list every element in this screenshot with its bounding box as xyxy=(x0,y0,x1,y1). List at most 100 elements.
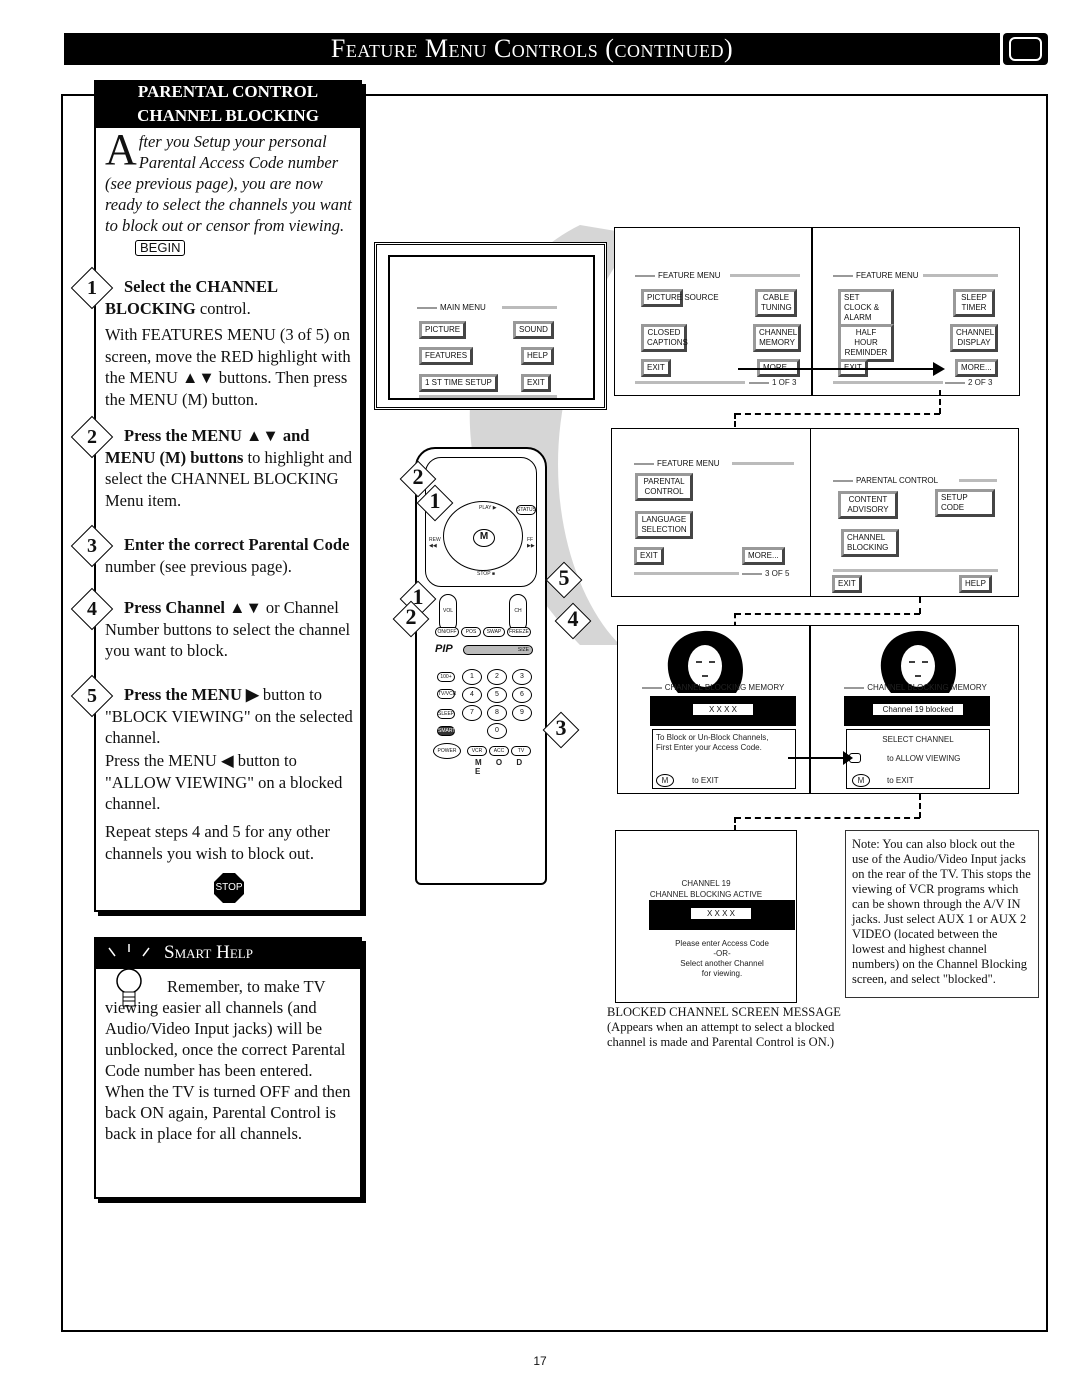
step-number: 2 xyxy=(87,426,97,448)
menu-button-exit[interactable]: EXIT xyxy=(832,575,862,593)
tv-vcr-button[interactable]: TV/VCR xyxy=(437,689,456,699)
menu-button-features[interactable]: FEATURES xyxy=(419,347,474,365)
step-number: 1 xyxy=(87,277,97,299)
pip-swap-button[interactable]: SWAP xyxy=(483,627,505,637)
menu-button-closed-captions[interactable]: CLOSED CAPTIONS xyxy=(641,324,688,352)
step-title: Select the CHANNEL BLOCKING xyxy=(105,277,278,318)
step-title: Press the MENU ▶ xyxy=(124,685,259,704)
ff-label: FF ▶▶ xyxy=(527,537,535,549)
status-button[interactable]: STATUS xyxy=(516,505,536,515)
menu-button-more[interactable]: MORE... xyxy=(742,547,785,565)
access-code-field[interactable]: X X X X xyxy=(693,704,753,715)
menu-button-cable-tuning[interactable]: CABLE TUNING xyxy=(755,289,797,317)
begin-badge: BEGIN xyxy=(135,240,186,256)
mode-vcr-button[interactable]: VCR xyxy=(467,746,487,756)
exit-hint: to EXIT xyxy=(887,776,914,785)
menu-button-first-time-setup[interactable]: 1 ST TIME SETUP xyxy=(419,374,498,392)
menu-button-content-advisory[interactable]: CONTENT ADVISORY xyxy=(838,491,898,519)
menu-button-sleep-timer[interactable]: SLEEP TIMER xyxy=(953,289,995,317)
blocked-caption: BLOCKED CHANNEL SCREEN MESSAGE (Appears w… xyxy=(607,1005,847,1050)
step-number: 5 xyxy=(87,685,97,707)
instruction-message: To Block or Un-Block Channels, First Ent… xyxy=(656,733,769,752)
menu-button-help[interactable]: HELP xyxy=(959,575,992,593)
menu-button-setup-code[interactable]: SETUP CODE xyxy=(935,489,995,517)
note-box: Note: You can also block out the use of … xyxy=(845,830,1039,998)
mode-tv-button[interactable]: TV xyxy=(511,746,531,756)
number-key-3[interactable]: 3 xyxy=(512,669,532,685)
channel-blocking-memory-screen-1: CHANNEL BLOCKING MEMORY X X X X To Block… xyxy=(617,625,810,794)
number-key-6[interactable]: 6 xyxy=(512,687,532,703)
caption-title: BLOCKED CHANNEL SCREEN MESSAGE xyxy=(607,1005,841,1019)
step-title: Press Channel ▲▼ xyxy=(124,598,262,617)
stop-sign-icon: STOP xyxy=(214,873,244,903)
step-detail: Press the MENU ◀ button to "ALLOW VIEWIN… xyxy=(105,751,343,813)
menu-m-button-icon: M xyxy=(656,774,674,787)
menu-button-exit[interactable]: EXIT xyxy=(641,359,671,377)
number-key-7[interactable]: 7 xyxy=(462,705,482,721)
mode-acc-button[interactable]: ACC xyxy=(489,746,509,756)
number-key-5[interactable]: 5 xyxy=(487,687,507,703)
blocked-channel-screen: CHANNEL 19 CHANNEL BLOCKING ACTIVE X X X … xyxy=(615,830,797,1003)
page-indicator: 3 OF 5 xyxy=(742,569,789,578)
message-line: Please enter Access Code xyxy=(675,939,769,948)
pip-size-button[interactable]: SIZE xyxy=(463,645,533,655)
caption-text: (Appears when an attempt to select a blo… xyxy=(607,1020,835,1049)
access-code-field[interactable]: X X X X xyxy=(691,908,751,919)
menu-button-more[interactable]: MORE... xyxy=(955,359,998,377)
step-detail: With FEATURES MENU (3 of 5) on screen, m… xyxy=(105,325,351,409)
intro-text: After you Setup your personal Parental A… xyxy=(105,125,357,257)
smart-help-para2: When the TV is turned OFF and then back … xyxy=(105,1082,351,1143)
sleep-button[interactable]: SLEEP xyxy=(437,709,455,719)
smart-button[interactable]: SMART xyxy=(437,726,455,736)
stop-label: STOP ■ xyxy=(477,571,495,577)
number-key-9[interactable]: 9 xyxy=(512,705,532,721)
menu-button-exit[interactable]: EXIT xyxy=(521,374,551,392)
menu-button-sound[interactable]: SOUND xyxy=(513,321,554,339)
step-number: 3 xyxy=(87,535,97,557)
flow-arrow xyxy=(738,368,938,370)
menu-title: PARENTAL CONTROL xyxy=(833,476,938,485)
menu-button-language-selection[interactable]: LANGUAGE SELECTION xyxy=(635,511,693,539)
heading-parental-control: PARENTAL CONTROL xyxy=(137,82,319,101)
rew-label: REW ◀◀ xyxy=(429,537,441,549)
feature-menu-screen-1: FEATURE MENU PICTURE SOURCE CABLE TUNING… xyxy=(614,227,812,396)
intro-body: fter you Setup your personal Parental Ac… xyxy=(105,132,352,235)
arrow-head xyxy=(933,362,945,376)
tv-icon xyxy=(1003,33,1048,65)
step-text: control. xyxy=(195,298,251,318)
pip-onoff-button[interactable]: ON/OFF xyxy=(435,627,459,637)
callout-4: 4 xyxy=(567,606,579,631)
menu-button-help[interactable]: HELP xyxy=(521,347,554,365)
message-line: -OR- xyxy=(713,949,731,958)
pip-freeze-button[interactable]: FREEZE xyxy=(507,627,531,637)
screen-title: CHANNEL BLOCKING MEMORY xyxy=(618,683,808,692)
callout-2: 2 xyxy=(412,464,424,489)
number-key-8[interactable]: 8 xyxy=(487,705,507,721)
number-key-4[interactable]: 4 xyxy=(462,687,482,703)
main-menu-screen: MAIN MENU PICTURE SOUND FEATURES HELP 1 … xyxy=(374,242,607,410)
feature-menu-screen-3: FEATURE MENU PARENTAL CONTROL LANGUAGE S… xyxy=(611,428,811,597)
menu-button-picture-source[interactable]: PICTURE SOURCE xyxy=(641,289,719,307)
menu-button-channel-blocking[interactable]: CHANNEL BLOCKING xyxy=(841,529,899,557)
number-key-0[interactable]: 0 xyxy=(487,723,507,739)
menu-button-parental-control[interactable]: PARENTAL CONTROL xyxy=(635,473,693,501)
blocking-active-label: CHANNEL BLOCKING ACTIVE xyxy=(649,890,763,899)
exit-hint: to EXIT xyxy=(692,776,719,785)
menu-button-picture[interactable]: PICTURE xyxy=(419,321,467,339)
step-text: number (see previous page). xyxy=(105,556,292,576)
menu-button-half-hour-reminder[interactable]: HALF HOUR REMINDER xyxy=(838,324,894,362)
step-title: Enter the correct Parental Code xyxy=(124,535,350,554)
menu-button-exit[interactable]: EXIT xyxy=(634,547,664,565)
menu-button-channel-memory[interactable]: CHANNEL MEMORY xyxy=(753,324,801,352)
feature-menu-screen-2: FEATURE MENU SET CLOCK & ALARM TIMER SLE… xyxy=(812,227,1020,396)
menu-button-channel-display[interactable]: CHANNEL DISPLAY xyxy=(950,324,998,352)
panel-heading: PARENTAL CONTROL CHANNEL BLOCKING xyxy=(94,80,362,128)
power-button[interactable]: POWER xyxy=(433,743,461,759)
number-key-2[interactable]: 2 xyxy=(487,669,507,685)
100-plus-button[interactable]: 100+ xyxy=(437,672,455,682)
menu-m-button[interactable]: M xyxy=(473,529,495,547)
drop-cap: A xyxy=(105,125,137,174)
number-key-1[interactable]: 1 xyxy=(462,669,482,685)
menu-title: FEATURE MENU xyxy=(635,271,721,280)
pip-pos-button[interactable]: POS xyxy=(461,627,481,637)
